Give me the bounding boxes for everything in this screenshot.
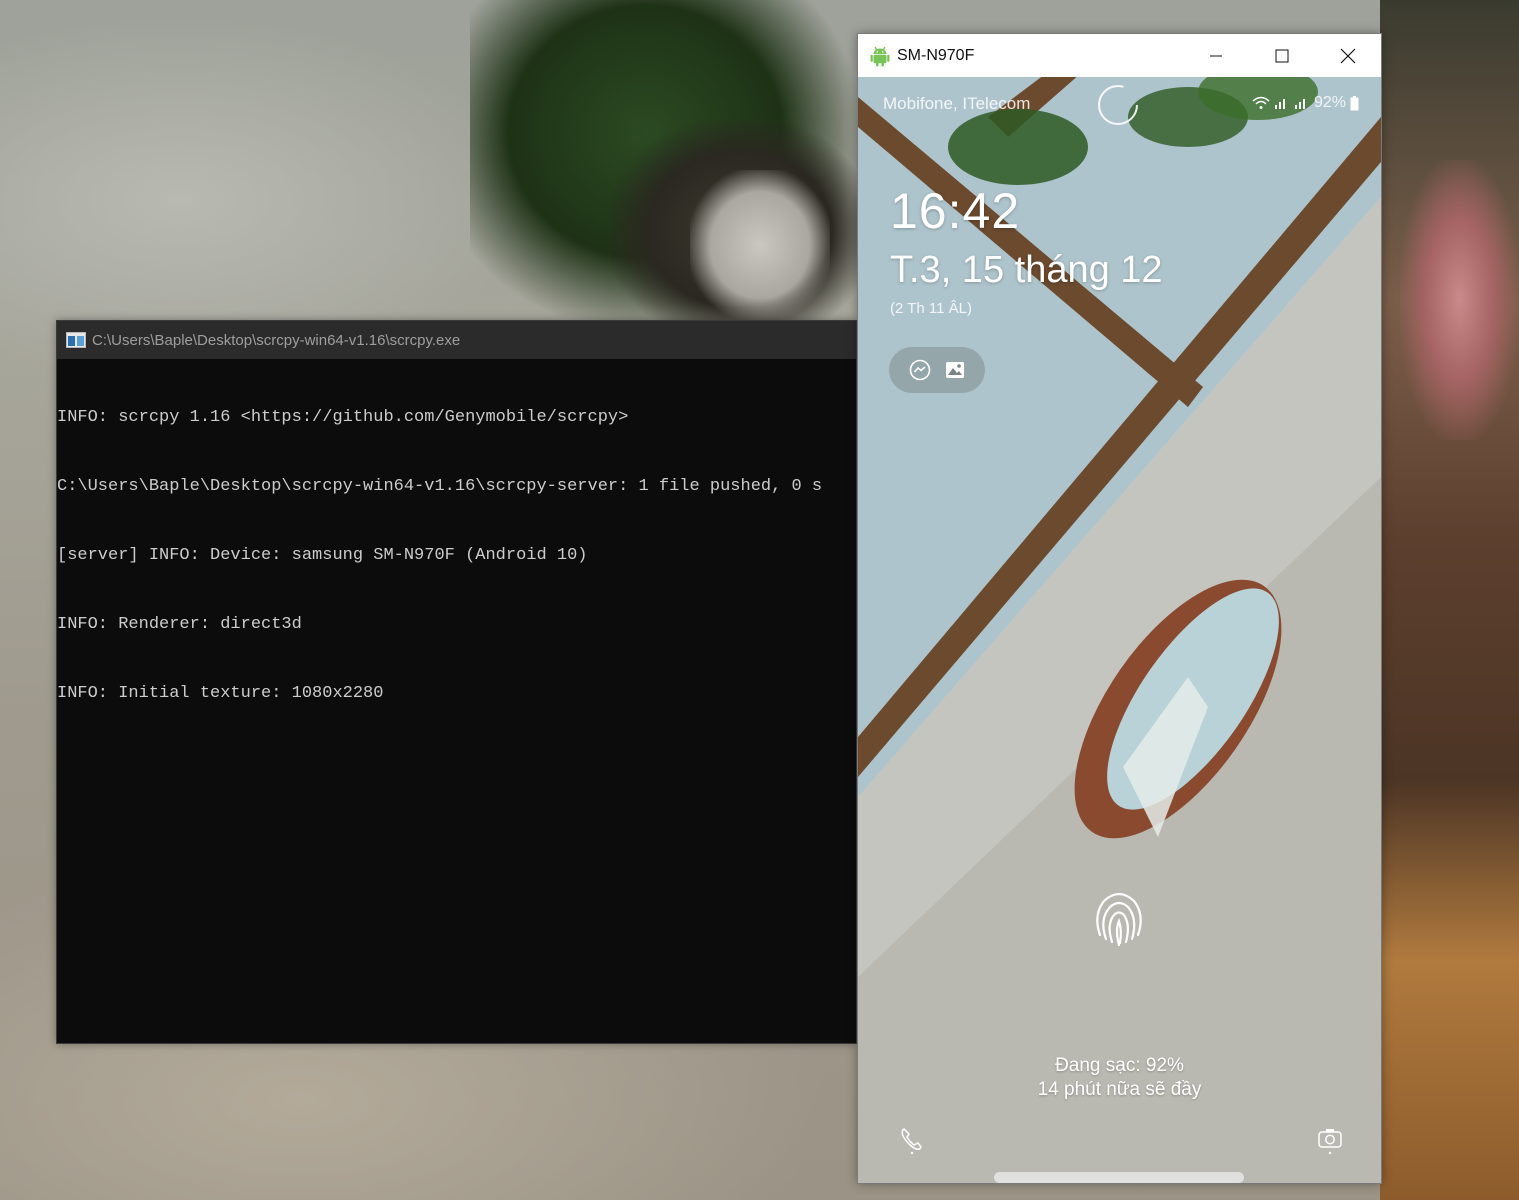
console-line: [server] INFO: Device: samsung SM-N970F … (57, 546, 588, 565)
lockscreen-date: T.3, 15 tháng 12 (890, 249, 1163, 291)
signal-icon (1294, 99, 1305, 109)
scrcpy-titlebar[interactable]: SM-N970F (858, 34, 1381, 77)
console-output[interactable]: INFO: scrcpy 1.16 <https://github.com/Ge… (57, 359, 856, 751)
fingerprint-icon[interactable] (1090, 885, 1148, 951)
battery-percent: 92% (1313, 94, 1346, 111)
console-line: INFO: Initial texture: 1080x2280 (57, 684, 384, 703)
lunar-date: (2 Th 11 ÂL) (890, 300, 972, 317)
home-indicator[interactable] (994, 1172, 1244, 1183)
loading-ring-icon (1098, 85, 1138, 125)
scrcpy-window[interactable]: SM-N970F Mobifone, ITelecom 92% 16:42 T.… (857, 33, 1382, 1184)
camera-icon[interactable] (1316, 1125, 1344, 1155)
window-title: SM-N970F (897, 46, 975, 64)
console-window[interactable]: C:\Users\Baple\Desktop\scrcpy-win64-v1.1… (56, 320, 857, 1044)
lockscreen-wallpaper (858, 77, 1381, 1183)
wifi-icon (1252, 96, 1270, 109)
notification-icons[interactable] (889, 347, 985, 393)
minimize-button[interactable] (1183, 34, 1249, 77)
signal-icon (1274, 99, 1285, 109)
charging-eta: 14 phút nữa sẽ đầy (1037, 1079, 1202, 1100)
maximize-button[interactable] (1249, 34, 1315, 77)
console-app-icon (66, 332, 86, 348)
phone-icon[interactable] (898, 1125, 926, 1155)
close-icon (1340, 48, 1356, 63)
android-icon (870, 46, 890, 66)
minimize-icon (1210, 55, 1222, 56)
status-icons: 92% (1252, 94, 1359, 112)
console-line: INFO: scrcpy 1.16 <https://github.com/Ge… (57, 408, 629, 427)
close-button[interactable] (1315, 34, 1381, 77)
gallery-icon[interactable] (945, 360, 965, 380)
console-titlebar[interactable]: C:\Users\Baple\Desktop\scrcpy-win64-v1.1… (57, 321, 856, 359)
console-line: C:\Users\Baple\Desktop\scrcpy-win64-v1.1… (57, 477, 823, 496)
console-title: C:\Users\Baple\Desktop\scrcpy-win64-v1.1… (92, 331, 461, 349)
lockscreen-clock: 16:42 (890, 183, 1021, 239)
carrier-label: Mobifone, ITelecom (883, 94, 1031, 113)
console-line: INFO: Renderer: direct3d (57, 615, 302, 634)
battery-icon (1350, 95, 1359, 110)
messenger-icon[interactable] (909, 359, 931, 381)
charging-status: Đang sạc: 92% (1055, 1055, 1184, 1076)
phone-status-bar: Mobifone, ITelecom 92% (858, 77, 1381, 129)
maximize-icon (1275, 49, 1289, 62)
phone-screen[interactable]: Mobifone, ITelecom 92% 16:42 T.3, 15 thá… (858, 77, 1381, 1183)
